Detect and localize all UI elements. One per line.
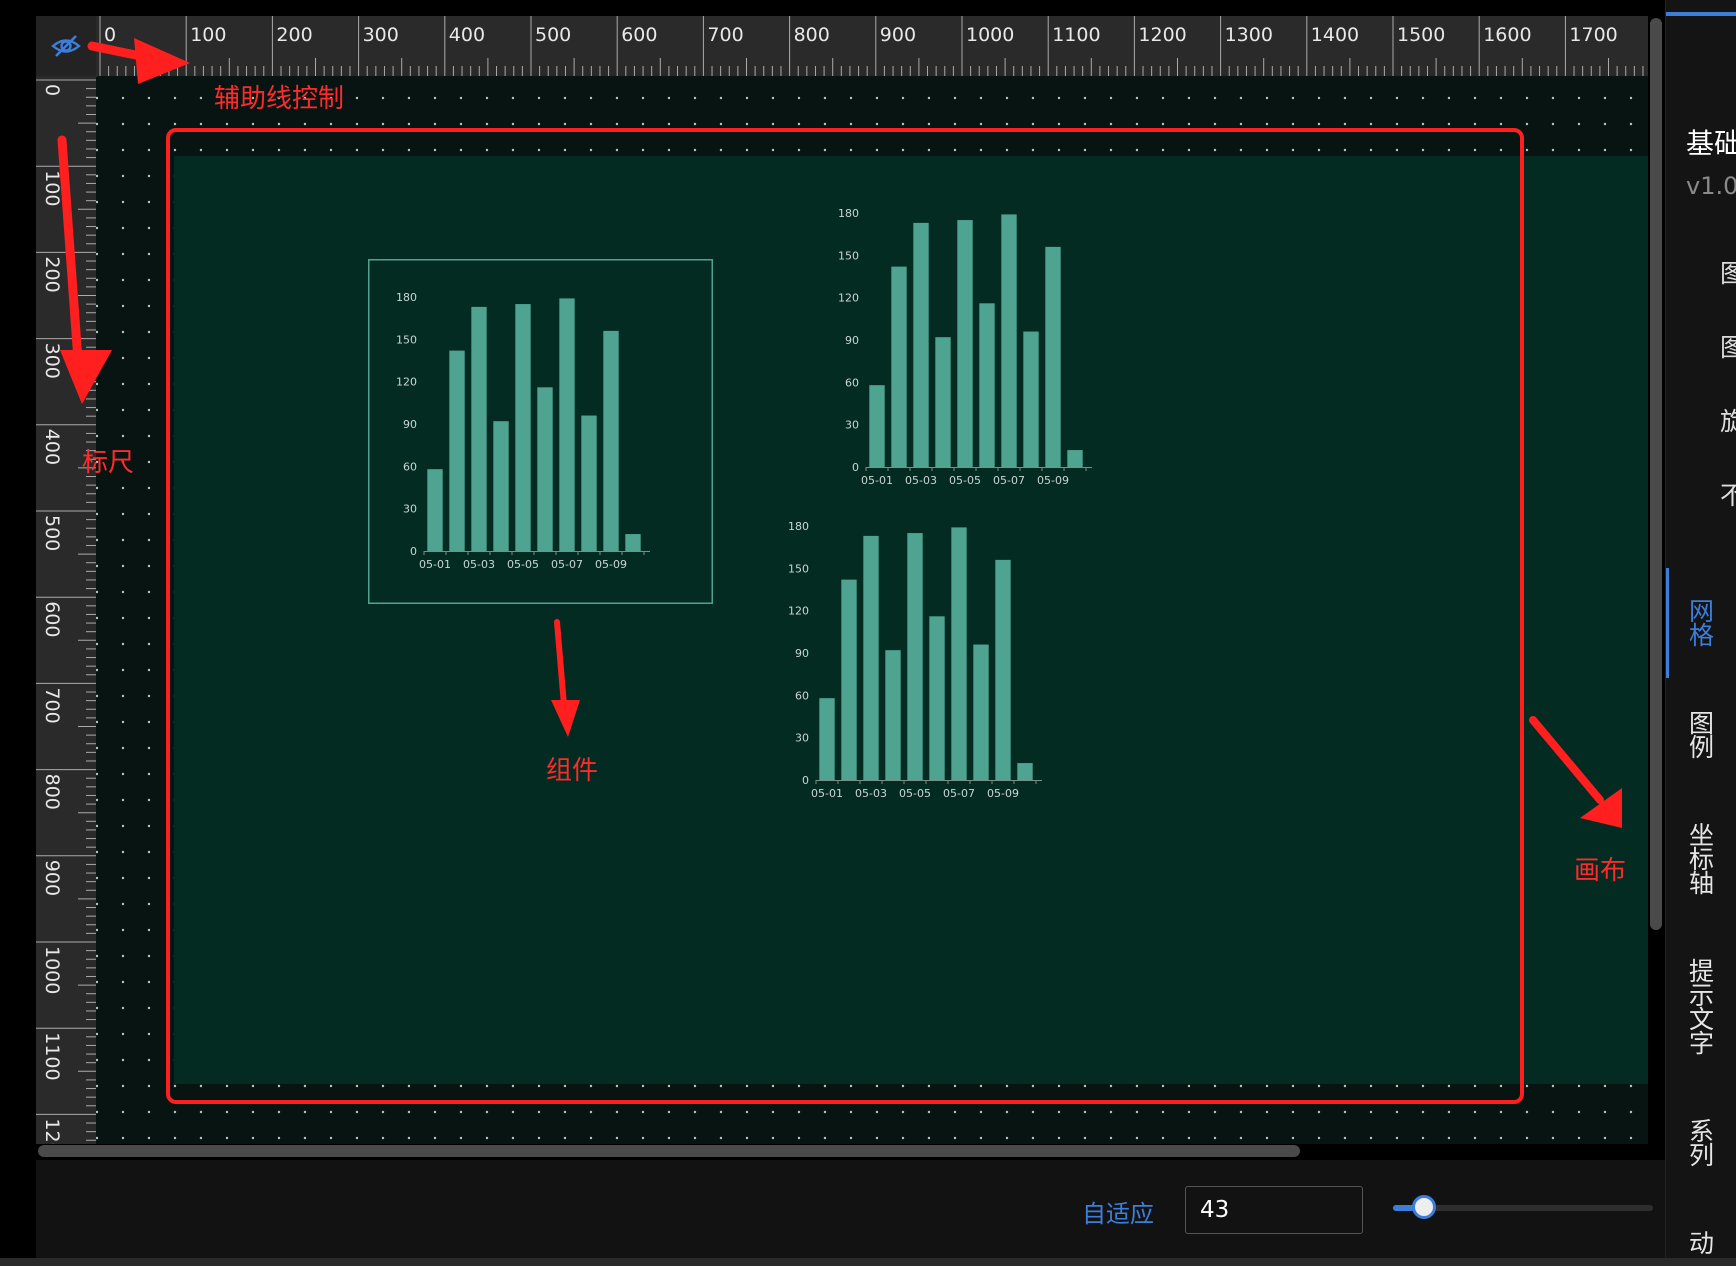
editor-window: 0 30 60 90 120 150 180 05-01 05-03 05-05 05-07 05-0… bbox=[0, 0, 1736, 1266]
component-annotation: 组件 bbox=[546, 756, 599, 786]
tab-tooltip[interactable]: 提示文字 bbox=[1666, 959, 1736, 1058]
ruler-arrow-shaft bbox=[57, 135, 83, 365]
tab-series[interactable]: 系列 bbox=[1666, 1119, 1736, 1170]
tab-label-char: 轴 bbox=[1688, 869, 1714, 898]
component-arrow-head bbox=[551, 700, 580, 737]
canvas-arrow-head bbox=[1580, 788, 1622, 828]
properties-sidebar: 基础 v1.0 图 图 旋 不 网格 图例 坐标轴 提示文字 系列 动 bbox=[1665, 0, 1736, 1266]
zoom-input[interactable]: 43 bbox=[1185, 1186, 1363, 1234]
property-row-label: 图 bbox=[1720, 259, 1736, 288]
annotation-layer bbox=[57, 38, 1622, 1104]
property-row-label: 旋 bbox=[1720, 407, 1736, 436]
tab-axis[interactable]: 坐标轴 bbox=[1666, 823, 1736, 898]
canvas-arrow-shaft bbox=[1529, 716, 1604, 804]
zoom-slider-thumb[interactable] bbox=[1412, 1195, 1437, 1219]
fit-to-screen-button[interactable]: 自适应 bbox=[1082, 1194, 1154, 1229]
tab-label-char: 例 bbox=[1688, 733, 1714, 762]
canvas-annotation: 画布 bbox=[1574, 856, 1627, 886]
guide-arrow-head bbox=[134, 38, 190, 84]
tab-grid[interactable]: 网格 bbox=[1666, 599, 1736, 650]
ruler-arrow-head bbox=[60, 350, 112, 404]
tab-label-char: 字 bbox=[1688, 1029, 1714, 1058]
tab-animation[interactable]: 动 bbox=[1666, 1229, 1736, 1258]
tab-legend[interactable]: 图例 bbox=[1666, 711, 1736, 762]
sidebar-top-accent bbox=[1666, 12, 1736, 16]
canvas-outline-annotation bbox=[166, 128, 1524, 1104]
property-row-label: 图 bbox=[1720, 333, 1736, 362]
property-row-label: 不 bbox=[1720, 481, 1736, 510]
os-taskbar bbox=[0, 1258, 1736, 1266]
guide-control-annotation: 辅助线控制 bbox=[214, 84, 345, 114]
tab-label-char: 列 bbox=[1688, 1141, 1714, 1170]
ruler-annotation: 标尺 bbox=[82, 448, 135, 478]
sidebar-version: v1.0 bbox=[1686, 172, 1736, 200]
tab-label-char: 动 bbox=[1688, 1229, 1714, 1258]
component-arrow-shaft bbox=[554, 619, 567, 708]
zoom-slider[interactable] bbox=[1393, 1195, 1653, 1219]
sidebar-title: 基础 bbox=[1686, 127, 1736, 160]
tab-label-char: 格 bbox=[1688, 621, 1714, 650]
